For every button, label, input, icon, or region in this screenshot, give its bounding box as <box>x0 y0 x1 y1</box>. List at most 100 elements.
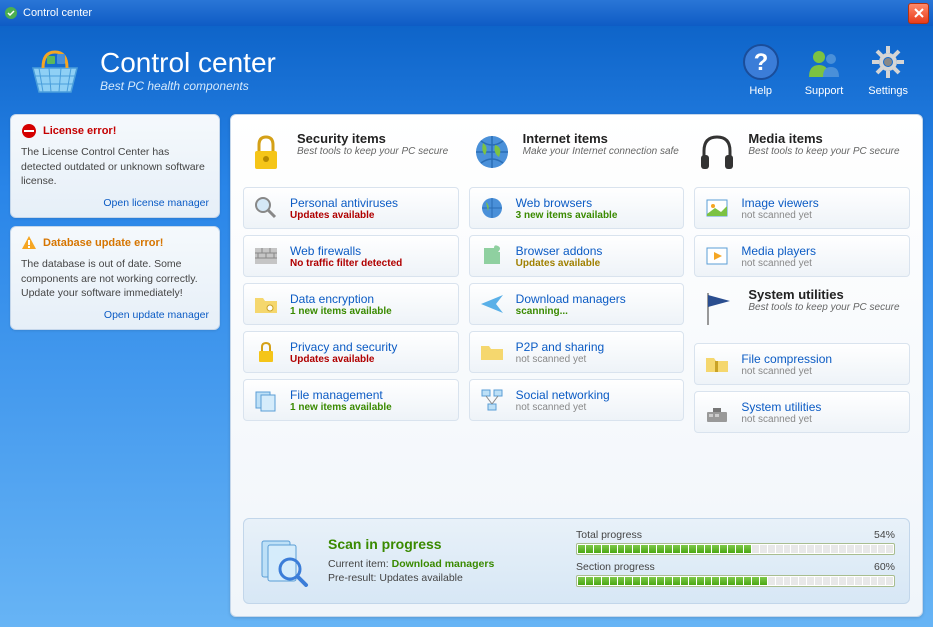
app-icon <box>4 6 18 20</box>
item-row[interactable]: Personal antivirusesUpdates available <box>243 187 459 229</box>
section-icon <box>696 287 738 329</box>
scan-title: Scan in progress <box>328 536 558 552</box>
scan-current-item: Download managers <box>392 558 495 570</box>
item-row[interactable]: File compressionnot scanned yet <box>694 343 910 385</box>
section-subtitle: Best tools to keep your PC secure <box>748 146 899 158</box>
section-icon <box>245 131 287 173</box>
section-title: System utilities <box>748 287 899 302</box>
item-status: not scanned yet <box>516 402 610 413</box>
item-icon <box>478 338 506 366</box>
close-button[interactable] <box>908 3 929 24</box>
section-title: Internet items <box>523 131 679 146</box>
item-icon <box>703 242 731 270</box>
total-percent: 54% <box>874 529 895 541</box>
section-header: Internet itemsMake your Internet connect… <box>469 127 685 181</box>
item-row[interactable]: Media playersnot scanned yet <box>694 235 910 277</box>
logo-area: Control center Best PC health components <box>25 40 276 100</box>
window-title: Control center <box>23 7 92 19</box>
item-status: not scanned yet <box>741 258 816 269</box>
item-row[interactable]: Social networkingnot scanned yet <box>469 379 685 421</box>
total-progress <box>576 543 895 555</box>
support-icon <box>805 43 843 81</box>
item-name: Image viewers <box>741 196 818 210</box>
support-button[interactable]: Support <box>805 43 844 97</box>
alert-database: Database update error! The database is o… <box>10 226 220 330</box>
item-status: 1 new items available <box>290 306 392 317</box>
item-name: Web browsers <box>516 196 618 210</box>
alert-license: License error! The License Control Cente… <box>10 114 220 218</box>
settings-icon <box>869 43 907 81</box>
open-update-link[interactable]: Open update manager <box>21 309 209 321</box>
item-icon <box>252 290 280 318</box>
item-status: not scanned yet <box>741 366 832 377</box>
item-row[interactable]: P2P and sharingnot scanned yet <box>469 331 685 373</box>
item-icon <box>478 386 506 414</box>
settings-button[interactable]: Settings <box>868 43 908 97</box>
item-row[interactable]: System utilitiesnot scanned yet <box>694 391 910 433</box>
item-name: Web firewalls <box>290 244 402 258</box>
item-icon <box>478 242 506 270</box>
item-name: Browser addons <box>516 244 603 258</box>
warning-icon <box>21 235 37 251</box>
item-name: Download managers <box>516 292 626 306</box>
item-icon <box>703 398 731 426</box>
section-progress <box>576 575 895 587</box>
item-status: 1 new items available <box>290 402 392 413</box>
section-title: Security items <box>297 131 448 146</box>
sidebar: License error! The License Control Cente… <box>10 114 220 617</box>
scan-panel: Scan in progress Current item: Download … <box>243 518 910 604</box>
item-icon <box>478 290 506 318</box>
scan-pre-result: Updates available <box>379 572 462 584</box>
section-subtitle: Make your Internet connection safe <box>523 146 679 158</box>
item-name: File compression <box>741 352 832 366</box>
section-icon <box>471 131 513 173</box>
item-name: System utilities <box>741 400 821 414</box>
item-icon <box>703 350 731 378</box>
svg-text:?: ? <box>753 49 768 76</box>
item-row[interactable]: Web firewallsNo traffic filter detected <box>243 235 459 277</box>
item-status: not scanned yet <box>741 210 818 221</box>
item-icon <box>252 338 280 366</box>
section-header: System utilitiesBest tools to keep your … <box>694 283 910 337</box>
help-button[interactable]: ? Help <box>742 43 780 97</box>
item-name: Privacy and security <box>290 340 397 354</box>
item-name: Social networking <box>516 388 610 402</box>
item-name: Media players <box>741 244 816 258</box>
item-icon <box>252 194 280 222</box>
help-icon: ? <box>742 43 780 81</box>
item-row[interactable]: Download managersscanning... <box>469 283 685 325</box>
item-status: No traffic filter detected <box>290 258 402 269</box>
item-status: scanning... <box>516 306 626 317</box>
item-status: Updates available <box>290 354 397 365</box>
item-row[interactable]: Browser addonsUpdates available <box>469 235 685 277</box>
main-panel: Security itemsBest tools to keep your PC… <box>230 114 923 617</box>
basket-icon <box>25 40 85 100</box>
item-name: Data encryption <box>290 292 392 306</box>
item-status: not scanned yet <box>516 354 605 365</box>
header: Control center Best PC health components… <box>0 26 933 114</box>
item-name: File management <box>290 388 392 402</box>
item-status: 3 new items available <box>516 210 618 221</box>
titlebar: Control center <box>0 0 933 26</box>
section-header: Media itemsBest tools to keep your PC se… <box>694 127 910 181</box>
section-subtitle: Best tools to keep your PC secure <box>297 146 448 158</box>
error-icon <box>21 123 37 139</box>
item-icon <box>703 194 731 222</box>
item-row[interactable]: Image viewersnot scanned yet <box>694 187 910 229</box>
item-status: Updates available <box>290 210 398 221</box>
item-name: Personal antiviruses <box>290 196 398 210</box>
scan-icon <box>258 535 310 587</box>
item-icon <box>478 194 506 222</box>
app-title: Control center <box>100 47 276 79</box>
item-row[interactable]: File management1 new items available <box>243 379 459 421</box>
section-title: Media items <box>748 131 899 146</box>
section-percent: 60% <box>874 561 895 573</box>
item-row[interactable]: Privacy and securityUpdates available <box>243 331 459 373</box>
item-status: not scanned yet <box>741 414 821 425</box>
open-license-link[interactable]: Open license manager <box>21 197 209 209</box>
item-row[interactable]: Data encryption1 new items available <box>243 283 459 325</box>
item-row[interactable]: Web browsers3 new items available <box>469 187 685 229</box>
section-icon <box>696 131 738 173</box>
item-icon <box>252 242 280 270</box>
section-subtitle: Best tools to keep your PC secure <box>748 302 899 314</box>
